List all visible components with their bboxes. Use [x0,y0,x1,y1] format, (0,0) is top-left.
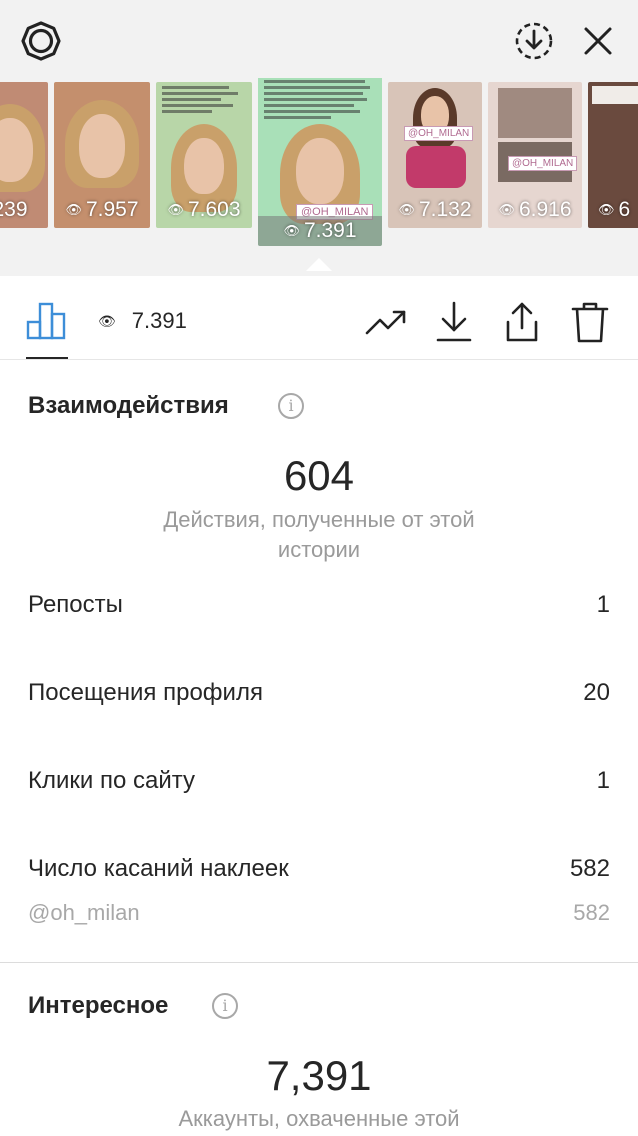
bar-chart-icon[interactable] [26,300,70,345]
mention-sticker: @OH_MILAN [508,156,578,171]
interactions-total: 604 [283,452,355,499]
story-thumbnail-strip[interactable]: 239 👁 7.957 👁 7.603 [0,78,638,248]
thumbnail-views: 7.957 [85,198,139,221]
eye-icon: 👁 [167,202,184,217]
selected-story-pointer [306,258,332,271]
story-strip-header: 239 👁 7.957 👁 7.603 [0,0,638,276]
interactions-title: Взаимодействия [28,392,229,419]
thumbnail-views: 239 [0,198,28,221]
mention-sticker: @OH_MILAN [404,126,474,141]
thumbnail-views: 6 [618,198,631,221]
metric-label: Репосты [28,591,123,618]
eye-icon: 👁 [398,202,415,217]
eye-icon: 👁 [65,202,82,217]
thumbnail-views: 7.132 [418,198,472,221]
info-icon[interactable]: i [278,393,304,419]
story-thumbnail-selected[interactable]: @OH_MILAN 👁 7.391 [258,78,382,246]
thumbnail-views: 6.916 [518,198,572,221]
story-thumbnail[interactable]: 👁 7.957 [54,82,150,228]
active-tab-indicator [26,357,68,359]
metric-value: 20 [583,679,610,706]
story-thumbnail[interactable]: @OH_MILAN 👁 6.916 [488,82,582,228]
metric-label: Число касаний наклеек [28,855,289,882]
story-actions-toolbar: 👁 7.391 [0,276,638,360]
metric-label: Клики по сайту [28,767,195,794]
settings-gear-icon[interactable] [18,18,64,64]
thumbnail-views: 7.603 [187,198,241,221]
story-thumbnail[interactable]: 👁 6 [588,82,638,228]
trending-up-icon[interactable] [364,300,408,344]
thumbnail-views: 7.391 [303,219,357,242]
metric-value: 582 [569,855,610,882]
close-icon[interactable] [575,18,621,64]
metric-label: Посещения профиля [28,679,263,706]
sticker-mention-value: 582 [573,900,610,925]
views-value: 7.391 [131,308,187,333]
discovery-total-label: Аккаунты, охваченные этой [178,1106,460,1131]
download-icon[interactable] [432,300,476,344]
story-thumbnail[interactable]: 239 [0,82,48,228]
sticker-mention-label: @oh_milan [28,900,140,925]
metric-value: 1 [596,591,610,618]
eye-icon: 👁 [283,223,300,238]
metric-value: 1 [596,767,610,794]
interactions-total-label: Действия, полученные от этой истории [163,507,475,562]
story-views-count: 👁 7.391 [98,308,187,334]
download-circle-icon[interactable] [511,18,557,64]
share-icon[interactable] [500,300,544,344]
eye-icon: 👁 [98,312,116,329]
discovery-title: Интересное [28,992,169,1019]
section-divider [0,962,638,963]
story-thumbnail[interactable]: 👁 7.603 [156,82,252,228]
discovery-total: 7,391 [266,1052,372,1099]
eye-icon: 👁 [598,202,615,217]
eye-icon: 👁 [498,202,515,217]
info-icon[interactable]: i [212,993,238,1019]
story-thumbnail[interactable]: @OH_MILAN 👁 7.132 [388,82,482,228]
trash-icon[interactable] [568,300,612,344]
